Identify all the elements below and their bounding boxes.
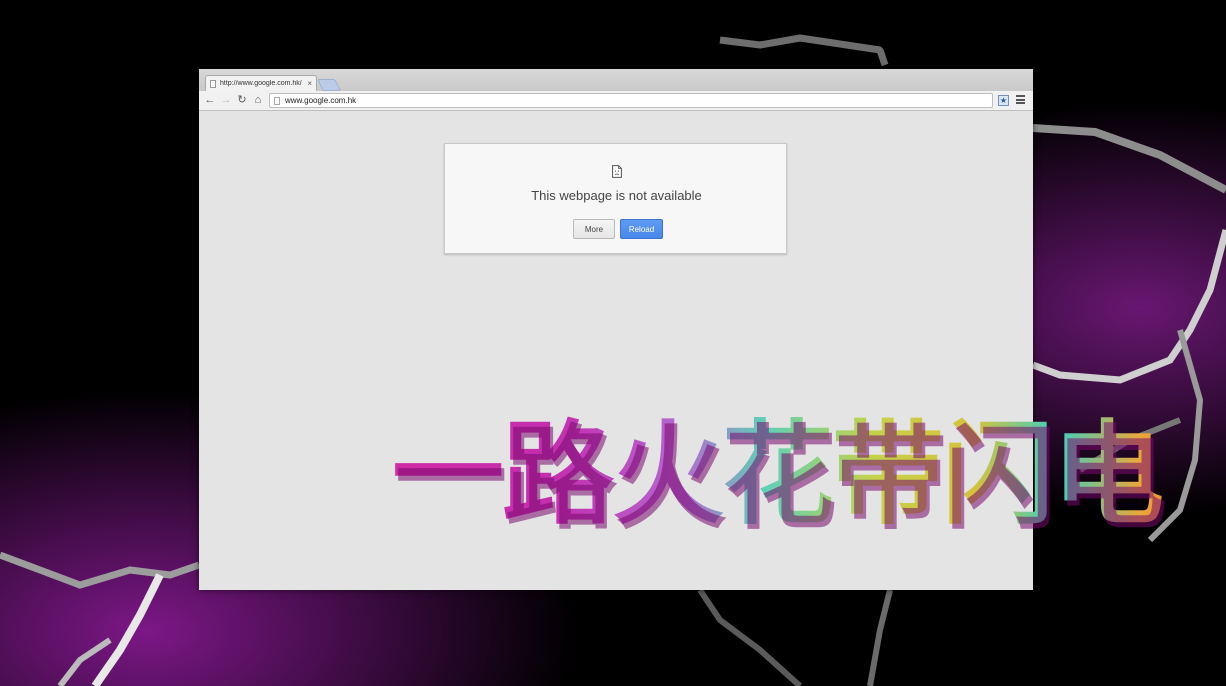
overlay-caption: 一路火花带闪电 [392,405,1222,545]
tab-google[interactable]: http://www.google.com.hk/ × [205,75,317,91]
back-arrow-icon[interactable]: ← [203,93,217,107]
address-bar-url: www.google.com.hk [285,96,357,105]
error-title: This webpage is not available [531,188,702,203]
tab-close-icon[interactable]: × [307,79,312,88]
browser-toolbar: ← → ↻ ⌂ www.google.com.hk ★ [199,91,1033,111]
forward-arrow-icon[interactable]: → [219,93,233,107]
address-bar[interactable]: www.google.com.hk [269,93,993,108]
more-button[interactable]: More [573,219,615,239]
menu-icon[interactable] [1016,95,1026,106]
reload-button[interactable]: Reload [620,219,663,239]
bookmark-star-icon[interactable]: ★ [998,95,1009,106]
desktop: http://www.google.com.hk/ × ← → ↻ ⌂ www.… [0,0,1226,686]
page-favicon-icon [210,79,216,88]
tab-title: http://www.google.com.hk/ [220,80,302,87]
page-icon [274,96,280,105]
sad-page-icon [612,165,622,178]
error-card: This webpage is not available More Reloa… [444,143,787,254]
tab-strip: http://www.google.com.hk/ × [199,69,1033,91]
new-tab-button[interactable] [317,79,341,91]
home-icon[interactable]: ⌂ [251,93,265,107]
reload-icon[interactable]: ↻ [235,93,249,107]
